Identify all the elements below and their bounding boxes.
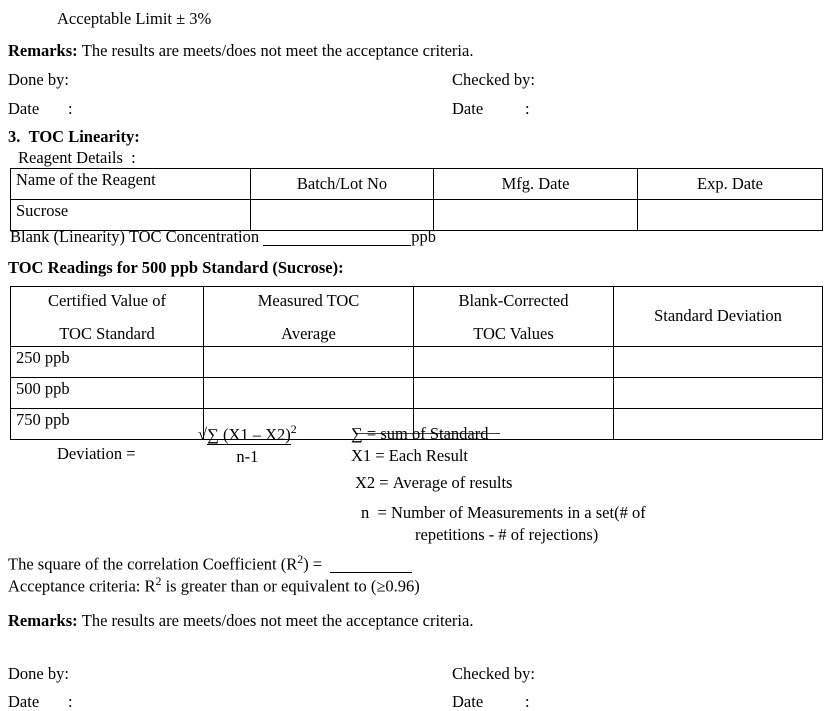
date-top-left-colon: : (68, 99, 73, 118)
date-bottom-right-label: Date (452, 692, 484, 711)
formula-legend-x1-symbol: X1 (351, 446, 372, 465)
remarks-bottom-label: Remarks: (8, 611, 78, 630)
readings-col-measured-header: Measured TOC Average (203, 286, 414, 347)
checked-by-top-label: Checked by: (452, 70, 535, 89)
readings-cell-measured-250[interactable] (203, 345, 414, 378)
readings-cell-stddev-250[interactable] (613, 345, 823, 378)
remarks-bottom-row: Remarks: The results are meets/does not … (8, 611, 474, 630)
readings-col-certified-header: Certified Value of TOC Standard (10, 286, 204, 347)
section-title: TOC Linearity: (28, 127, 140, 146)
formula-numerator-exponent: 2 (290, 422, 297, 436)
readings-cell-stddev-500[interactable] (613, 376, 823, 409)
formula-legend-x2-definition: Average of results (392, 473, 513, 492)
formula-legend-n: n = Number of Measurements in a set(# of (361, 503, 646, 523)
blank-concentration-label: Blank (Linearity) TOC Concentration (10, 227, 260, 246)
reagent-cell-exp[interactable] (637, 199, 823, 231)
date-top-right-colon: : (525, 99, 530, 118)
reagent-col-exp-header: Exp. Date (637, 168, 823, 200)
toc-readings-table: Certified Value of TOC Standard Measured… (10, 286, 823, 440)
reagent-col-mfg-header: Mfg. Date (433, 168, 638, 200)
readings-col-blankcorrected-header: Blank-Corrected TOC Values (413, 286, 614, 347)
readings-col-measured-header-line2: Average (281, 323, 336, 343)
formula-numerator-expression: ∑ (X1 – X2) (207, 424, 291, 445)
date-bottom-right-colon: : (525, 692, 530, 711)
table-header-row: Certified Value of TOC Standard Measured… (10, 286, 823, 347)
readings-cell-measured-500[interactable] (203, 376, 414, 409)
readings-cell-blankcorrected-500[interactable] (413, 376, 614, 409)
readings-cell-stddev-750[interactable] (613, 407, 823, 440)
acceptance-criteria-post: is greater than or equivalent to (≥0.96) (161, 576, 420, 596)
deviation-formula-fraction: √∑ (X1 – X2)2 n-1 (198, 422, 297, 466)
date-bottom-left-label: Date (8, 692, 40, 711)
document-page: Acceptable Limit ± 3% Remarks: The resul… (0, 0, 827, 711)
correlation-coefficient-row: The square of the correlation Coefficien… (8, 553, 413, 574)
checked-by-bottom-label: Checked by: (452, 664, 535, 683)
formula-legend-x2-equals: = (379, 473, 389, 492)
readings-cell-certified-500[interactable]: 500 ppb (10, 376, 204, 409)
remarks-top-label: Remarks: (8, 41, 78, 60)
deviation-formula-label: Deviation = (57, 444, 136, 463)
formula-legend-x1-equals: = (375, 446, 385, 465)
date-bottom-left-colon: : (68, 692, 73, 711)
remarks-top-text: The results are meets/does not meet the … (81, 41, 474, 60)
correlation-label-pre: The square of the correlation Coefficien… (8, 554, 298, 574)
readings-col-measured-header-line1: Measured TOC (257, 291, 360, 310)
readings-col-certified-header-line2: TOC Standard (59, 323, 155, 343)
remarks-top-row: Remarks: The results are meets/does not … (8, 41, 474, 60)
readings-col-certified-header-line1: Certified Value of (48, 291, 166, 310)
readings-cell-certified-750[interactable]: 750 ppb (10, 407, 204, 440)
readings-col-blankcorrected-header-line2: TOC Values (473, 323, 554, 343)
readings-heading: TOC Readings for 500 ppb Standard (Sucro… (8, 258, 344, 277)
acceptance-criteria-row: Acceptance criteria: R2 is greater than … (8, 575, 420, 596)
reagent-details-label: Reagent Details (18, 148, 123, 167)
readings-cell-blankcorrected-250[interactable] (413, 345, 614, 378)
correlation-value-input[interactable] (330, 558, 413, 573)
reagent-col-batch-header: Batch/Lot No (250, 168, 434, 200)
acceptable-limit-note: Acceptable Limit ± 3% (57, 9, 212, 28)
blank-concentration-unit: ppb (411, 227, 437, 246)
formula-legend-x1-definition: Each Result (388, 446, 469, 465)
done-by-bottom-label: Done by: (8, 664, 69, 683)
formula-legend-n-symbol: n (361, 503, 370, 522)
readings-col-blankcorrected-header-line1: Blank-Corrected (458, 291, 569, 310)
table-row: 250 ppb (10, 345, 823, 378)
blank-concentration-row: Blank (Linearity) TOC Concentration ppb (10, 227, 437, 246)
formula-legend-x2: X2 = Average of results (355, 473, 512, 493)
done-by-top-label: Done by: (8, 70, 69, 89)
formula-legend-sum: ∑ = sum of Standard (351, 424, 488, 444)
readings-cell-certified-250[interactable]: 250 ppb (10, 345, 204, 378)
date-top-right-label: Date (452, 99, 484, 118)
formula-legend-x1: X1 = Each Result (351, 446, 468, 466)
acceptance-criteria-pre: Acceptance criteria: R (8, 576, 156, 596)
formula-denominator: n-1 (236, 447, 259, 466)
reagent-cell-name[interactable]: Sucrose (10, 199, 251, 231)
formula-legend-n-definition: Number of Measurements in a set(# of (390, 503, 646, 522)
scan-artifact-line (355, 433, 500, 434)
date-top-left-label: Date (8, 99, 40, 118)
reagent-col-name-header: Name of the Reagent (10, 168, 251, 200)
formula-legend-n-continued: repetitions - # of rejections) (415, 525, 599, 544)
formula-legend-n-equals: = (377, 503, 387, 522)
reagent-details-table: Name of the Reagent Batch/Lot No Mfg. Da… (10, 168, 823, 231)
radical-icon: √ (198, 424, 208, 444)
table-header-row: Name of the Reagent Batch/Lot No Mfg. Da… (10, 168, 823, 200)
blank-concentration-input[interactable] (263, 230, 412, 246)
formula-legend-x2-symbol: X2 (355, 473, 376, 492)
reagent-cell-batch[interactable] (250, 199, 434, 231)
correlation-label-post: ) = (303, 554, 323, 574)
table-row: Sucrose (10, 199, 823, 231)
reagent-details-colon: : (131, 148, 136, 167)
readings-col-stddev-header: Standard Deviation (613, 286, 823, 347)
section-heading: 3. TOC Linearity: (8, 127, 140, 146)
formula-numerator: √∑ (X1 – X2)2 (198, 422, 297, 445)
remarks-bottom-text: The results are meets/does not meet the … (81, 611, 474, 630)
section-number: 3. (8, 127, 21, 146)
reagent-details-row: Reagent Details : (18, 148, 136, 167)
reagent-cell-mfg[interactable] (433, 199, 638, 231)
table-row: 500 ppb (10, 376, 823, 409)
